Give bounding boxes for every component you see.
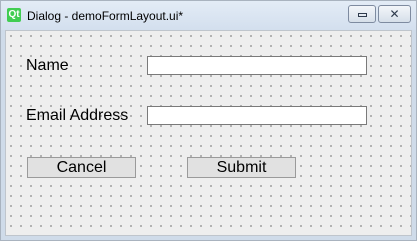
close-icon: ✕ — [389, 7, 400, 21]
name-label: Name — [26, 57, 69, 74]
minimize-button[interactable] — [348, 5, 376, 23]
cancel-button[interactable]: Cancel — [27, 157, 136, 178]
title-bar[interactable]: Qt Dialog - demoFormLayout.ui* ✕ — [1, 1, 416, 30]
submit-button[interactable]: Submit — [187, 157, 296, 178]
name-input[interactable] — [147, 56, 367, 75]
dialog-window: Qt Dialog - demoFormLayout.ui* ✕ Name Em… — [0, 0, 417, 241]
minimize-icon — [358, 13, 367, 17]
window-title: Dialog - demoFormLayout.ui* — [27, 9, 184, 23]
close-button[interactable]: ✕ — [378, 5, 411, 23]
qt-app-icon: Qt — [7, 8, 21, 22]
email-input[interactable] — [147, 106, 367, 125]
form-canvas: Name Email Address Cancel Submit — [5, 30, 412, 236]
email-address-label: Email Address — [26, 107, 129, 124]
